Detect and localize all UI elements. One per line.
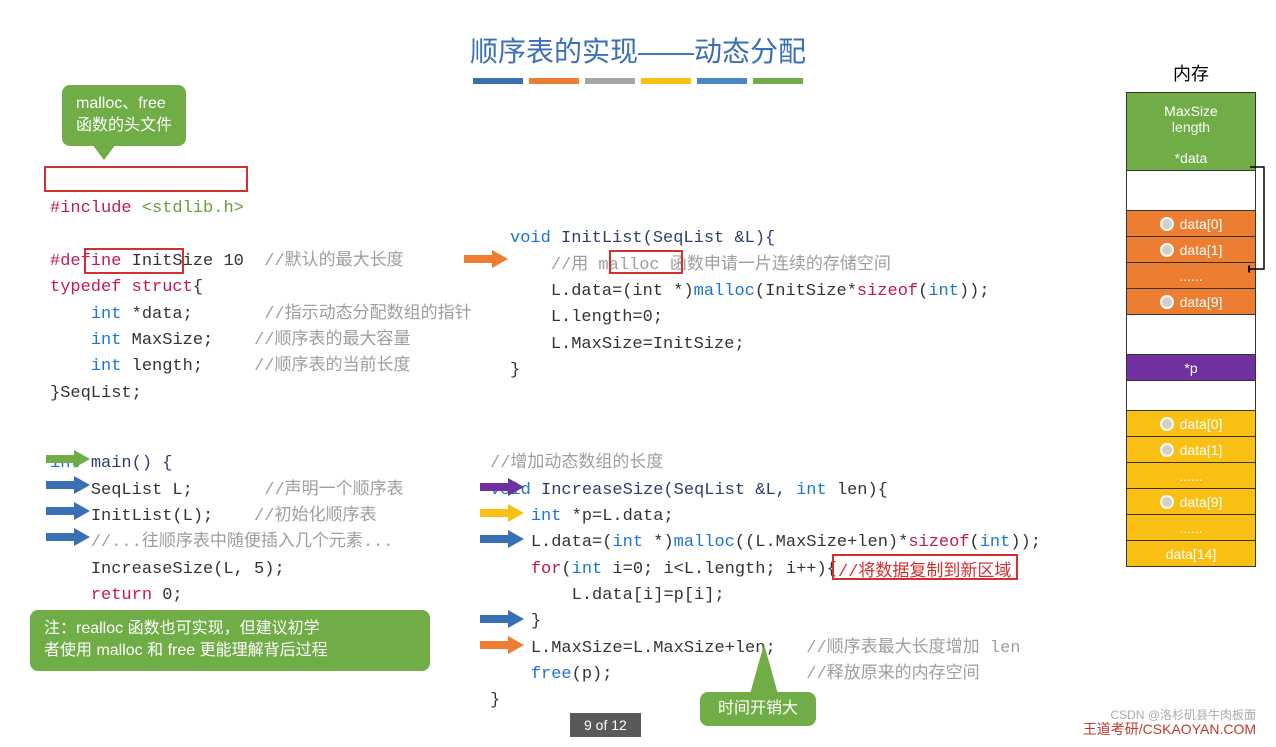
arrow-orange-2 [480, 636, 524, 654]
callout-realloc: 注：realloc 函数也可实现，但建议初学 者使用 malloc 和 free… [30, 610, 430, 671]
arrow-blue-3 [46, 528, 90, 546]
arrow-blue-2 [46, 502, 90, 520]
code-left-main: int main() { SeqList L; //声明一个顺序表 InitLi… [50, 425, 404, 636]
callout-timecost: 时间开销大 [700, 692, 816, 726]
arrow-purple [480, 478, 524, 496]
arrow-blue-r1 [480, 530, 524, 548]
slide-title: 顺序表的实现——动态分配 [0, 30, 1276, 70]
title-underline [0, 78, 1276, 84]
redbox-include [44, 166, 248, 192]
arrow-blue-r2 [480, 610, 524, 628]
redbox-intcast [609, 250, 683, 274]
memory-diagram: 内存 MaxSizelength *data data[0] data[1] .… [1126, 60, 1256, 567]
arrow-orange-1 [464, 250, 508, 268]
redbox-intdata [84, 248, 184, 274]
pointer-arrow-data [1248, 165, 1266, 275]
redbox-copy-comment: //将数据复制到新区域 [832, 554, 1018, 580]
footer-credit: 王道考研/CSKAOYAN.COM [1083, 719, 1256, 739]
arrow-blue-1 [46, 476, 90, 494]
arrow-yellow [480, 504, 524, 522]
arrow-green [46, 450, 90, 468]
code-right-initlist: void InitList(SeqList &L){ //用 malloc 函数… [510, 200, 990, 384]
code-left-definitions: #include <stdlib.h> #define InitSize 10 … [50, 170, 472, 407]
callout-malloc-header: malloc、free 函数的头文件 [62, 85, 186, 146]
